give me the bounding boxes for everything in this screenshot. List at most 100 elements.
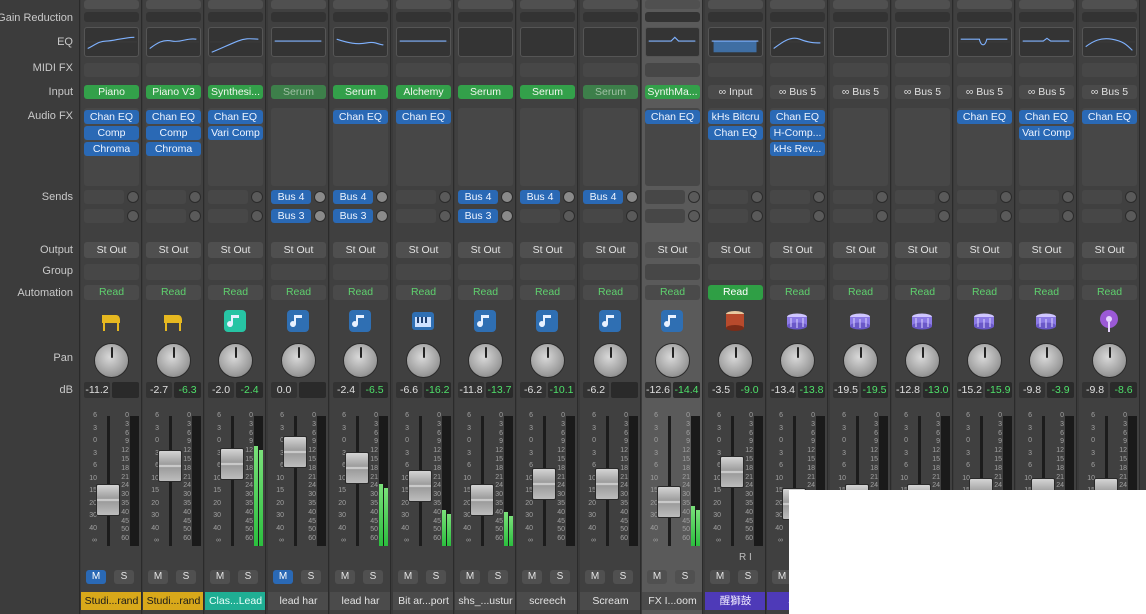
pan-knob[interactable] xyxy=(218,343,253,378)
send-slot[interactable] xyxy=(645,209,685,223)
pan-knob[interactable] xyxy=(468,343,503,378)
grand-piano-icon[interactable] xyxy=(161,309,185,333)
pan-knob[interactable] xyxy=(343,343,378,378)
output-slot[interactable]: St Out xyxy=(333,242,388,258)
automation-mode[interactable]: Read xyxy=(520,285,575,300)
midi-fx-slot[interactable] xyxy=(1082,63,1137,77)
send-slot[interactable]: Bus 4 xyxy=(520,190,560,204)
pan-knob[interactable] xyxy=(655,343,690,378)
send-slot[interactable]: Bus 4 xyxy=(458,190,498,204)
output-slot[interactable]: St Out xyxy=(208,242,263,258)
audio-fx-plugin[interactable]: kHs Bitcru xyxy=(708,110,763,124)
mute-button[interactable]: M xyxy=(522,570,542,584)
midi-fx-slot[interactable] xyxy=(520,63,575,77)
eq-thumbnail[interactable] xyxy=(645,27,700,57)
send-slot[interactable] xyxy=(833,190,873,204)
audio-fx-area[interactable] xyxy=(458,108,513,186)
input-slot[interactable]: ∞ Bus 5 xyxy=(1082,85,1137,99)
output-slot[interactable]: St Out xyxy=(396,242,451,258)
setting-slot[interactable] xyxy=(84,0,139,9)
audio-fx-plugin[interactable]: Comp xyxy=(84,126,139,140)
eq-thumbnail[interactable] xyxy=(208,27,263,57)
send-slot[interactable] xyxy=(396,190,436,204)
input-slot[interactable]: Serum xyxy=(520,85,575,99)
audio-fx-area[interactable] xyxy=(520,108,575,186)
volume-fader[interactable] xyxy=(96,484,120,516)
automation-mode[interactable]: Read xyxy=(271,285,326,300)
automation-mode[interactable]: Read xyxy=(458,285,513,300)
audio-fx-plugin[interactable]: kHs Rev... xyxy=(770,142,825,156)
setting-slot[interactable] xyxy=(833,0,888,9)
send-slot[interactable] xyxy=(895,190,935,204)
volume-fader[interactable] xyxy=(158,450,182,482)
pan-knob[interactable] xyxy=(718,343,753,378)
send-level-knob[interactable] xyxy=(439,210,451,222)
snare-icon[interactable] xyxy=(848,309,872,333)
send-slot[interactable]: Bus 4 xyxy=(583,190,623,204)
eq-thumbnail[interactable] xyxy=(396,27,451,57)
solo-button[interactable]: S xyxy=(550,570,570,584)
send-slot[interactable]: Bus 3 xyxy=(333,209,373,223)
output-slot[interactable]: St Out xyxy=(770,242,825,258)
group-slot[interactable] xyxy=(1019,264,1074,280)
keyboard-icon[interactable] xyxy=(411,309,435,333)
send-level-knob[interactable] xyxy=(813,210,825,222)
volume-db[interactable]: -2.0 xyxy=(208,382,234,398)
volume-db[interactable]: -6.2 xyxy=(583,382,609,398)
automation-mode[interactable]: Read xyxy=(957,285,1012,300)
pan-knob[interactable] xyxy=(281,343,316,378)
automation-mode[interactable]: Read xyxy=(770,285,825,300)
send-level-knob[interactable] xyxy=(751,210,763,222)
snare-icon[interactable] xyxy=(972,309,996,333)
input-slot[interactable]: Serum xyxy=(271,85,326,99)
setting-slot[interactable] xyxy=(957,0,1012,9)
group-slot[interactable] xyxy=(84,264,139,280)
pan-knob[interactable] xyxy=(905,343,940,378)
solo-button[interactable]: S xyxy=(488,570,508,584)
volume-db[interactable]: -6.2 xyxy=(520,382,546,398)
synth-note-icon[interactable] xyxy=(223,309,247,333)
audio-fx-plugin[interactable]: Chan EQ xyxy=(770,110,825,124)
track-name[interactable]: shs_...ustur xyxy=(455,592,515,610)
send-level-knob[interactable] xyxy=(688,191,700,203)
eq-thumbnail[interactable] xyxy=(895,27,950,57)
group-slot[interactable] xyxy=(645,264,700,280)
pan-knob[interactable] xyxy=(406,343,441,378)
midi-fx-slot[interactable] xyxy=(957,63,1012,77)
mute-button[interactable]: M xyxy=(647,570,667,584)
setting-slot[interactable] xyxy=(146,0,201,9)
send-slot[interactable] xyxy=(84,190,124,204)
automation-mode[interactable]: Read xyxy=(645,285,700,300)
volume-db[interactable]: -6.6 xyxy=(396,382,422,398)
solo-button[interactable]: S xyxy=(426,570,446,584)
track-name[interactable]: Scream xyxy=(580,592,640,610)
eq-thumbnail[interactable] xyxy=(833,27,888,57)
eq-thumbnail[interactable] xyxy=(583,27,638,57)
output-slot[interactable]: St Out xyxy=(895,242,950,258)
eq-thumbnail[interactable] xyxy=(271,27,326,57)
automation-mode[interactable]: Read xyxy=(1019,285,1074,300)
record-input-buttons[interactable]: R I xyxy=(739,552,752,563)
eq-thumbnail[interactable] xyxy=(770,27,825,57)
volume-fader[interactable] xyxy=(657,486,681,518)
send-level-knob[interactable] xyxy=(563,191,575,203)
group-slot[interactable] xyxy=(333,264,388,280)
automation-mode[interactable]: Read xyxy=(1082,285,1137,300)
audio-fx-plugin[interactable]: Chan EQ xyxy=(1019,110,1074,124)
group-slot[interactable] xyxy=(708,264,763,280)
output-slot[interactable]: St Out xyxy=(833,242,888,258)
audio-fx-plugin[interactable]: Chan EQ xyxy=(957,110,1012,124)
send-slot[interactable] xyxy=(708,209,748,223)
mute-button[interactable]: M xyxy=(710,570,730,584)
send-level-knob[interactable] xyxy=(501,191,513,203)
send-level-knob[interactable] xyxy=(876,191,888,203)
send-slot[interactable] xyxy=(84,209,124,223)
audio-fx-plugin[interactable]: Vari Comp xyxy=(208,126,263,140)
pan-knob[interactable] xyxy=(1092,343,1127,378)
setting-slot[interactable] xyxy=(520,0,575,9)
send-level-knob[interactable] xyxy=(876,210,888,222)
volume-fader[interactable] xyxy=(595,468,619,500)
audio-fx-area[interactable] xyxy=(895,108,950,186)
music-note-icon[interactable] xyxy=(286,309,310,333)
input-slot[interactable]: Serum xyxy=(458,85,513,99)
